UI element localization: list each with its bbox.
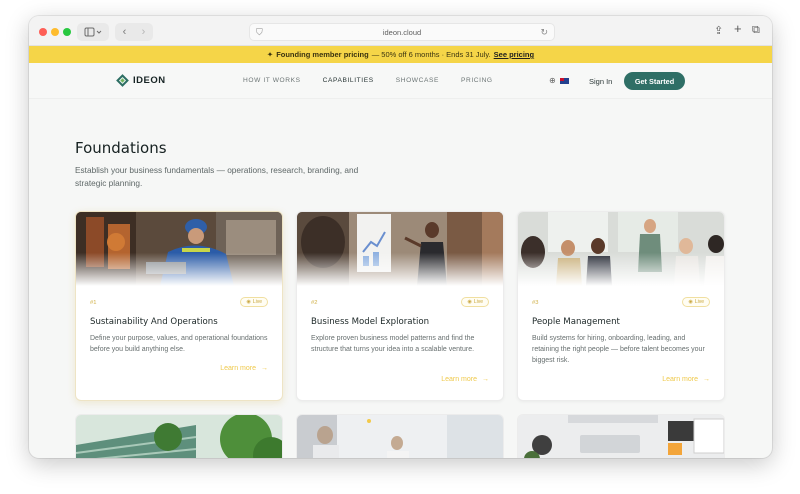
logo-text: IDEON	[133, 75, 166, 86]
sidebar-icon	[84, 27, 102, 37]
card-title: People Management	[532, 317, 620, 327]
share-icon[interactable]: ⇪	[714, 24, 723, 37]
sign-in-link[interactable]: Sign In	[589, 77, 612, 86]
learn-more-label: Learn more	[220, 365, 256, 372]
privacy-shield-icon: ⛉	[256, 27, 263, 37]
arrow-right-icon: →	[261, 365, 268, 372]
chevron-left-icon: ‹	[122, 26, 127, 38]
nav-showcase[interactable]: SHOWCASE	[396, 77, 439, 84]
learn-more-link[interactable]: Learn more →	[662, 376, 710, 383]
card-title: Business Model Exploration	[311, 317, 430, 327]
promo-banner: ✦ Founding member pricing — 50% off 6 mo…	[29, 46, 772, 63]
sparkle-icon: ✦	[266, 50, 274, 59]
live-dot-icon: ◉	[246, 299, 251, 305]
chevron-right-icon: ›	[141, 26, 146, 38]
back-button[interactable]: ‹	[115, 23, 134, 41]
close-window-button[interactable]	[39, 28, 47, 36]
banner-detail: — 50% off 6 months · Ends 31 July.	[371, 50, 491, 59]
capability-card-6-preview[interactable]	[517, 414, 725, 458]
status-badge: ◉ Live	[240, 297, 268, 307]
capability-card-5-preview[interactable]	[296, 414, 504, 458]
address-bar[interactable]: ⛉ ideon.cloud ↻	[249, 23, 555, 41]
capability-card-1[interactable]: #1 ◉ Live Sustainability And Operations D…	[75, 211, 283, 401]
section-lead: Establish your business fundamentals — o…	[75, 165, 359, 188]
arrow-right-icon: →	[703, 376, 710, 383]
learn-more-link[interactable]: Learn more →	[220, 365, 268, 372]
banner-lead: Founding member pricing	[276, 50, 369, 59]
globe-icon: ⊕	[549, 76, 556, 85]
minimize-window-button[interactable]	[51, 28, 59, 36]
learn-more-link[interactable]: Learn more →	[441, 376, 489, 383]
card-number: #2	[311, 300, 318, 306]
live-dot-icon: ◉	[467, 299, 472, 305]
history-nav: ‹ ›	[115, 23, 153, 41]
card-description: Define your purpose, values, and operati…	[90, 335, 268, 354]
capability-card-3[interactable]: #3 ◉ Live People Management Build systems…	[517, 211, 725, 401]
flag-icon	[559, 77, 569, 84]
section-title: Foundations	[75, 139, 167, 157]
card-image-people	[518, 212, 724, 286]
live-dot-icon: ◉	[688, 299, 693, 305]
forward-button[interactable]: ›	[134, 23, 153, 41]
capability-card-4-preview[interactable]	[75, 414, 283, 458]
arrow-right-icon: →	[482, 376, 489, 383]
browser-toolbar: ‹ › ⛉ ideon.cloud ↻ ⇪ + ⧉	[29, 16, 772, 46]
tab-overview-icon[interactable]: ⧉	[752, 24, 760, 37]
language-selector[interactable]: ⊕	[549, 76, 569, 85]
status-badge-label: Live	[252, 299, 262, 305]
site-logo[interactable]: IDEON	[116, 74, 166, 87]
nav-capabilities[interactable]: CAPABILITIES	[323, 77, 374, 84]
nav-pricing[interactable]: PRICING	[461, 77, 493, 84]
learn-more-label: Learn more	[662, 376, 698, 383]
zoom-window-button[interactable]	[63, 28, 71, 36]
card-image-business-model	[297, 212, 503, 286]
sidebar-toggle-button[interactable]	[77, 23, 109, 41]
card-number: #3	[532, 300, 539, 306]
card-image-building	[76, 415, 282, 458]
main-nav: HOW IT WORKS CAPABILITIES SHOWCASE PRICI…	[243, 77, 515, 84]
status-badge-label: Live	[694, 299, 704, 305]
card-number: #1	[90, 300, 97, 306]
status-badge: ◉ Live	[682, 297, 710, 307]
card-description: Build systems for hiring, onboarding, le…	[532, 335, 705, 365]
site-header: IDEON HOW IT WORKS CAPABILITIES SHOWCASE…	[29, 63, 772, 99]
card-image-office	[297, 415, 503, 458]
browser-window: ‹ › ⛉ ideon.cloud ↻ ⇪ + ⧉ ✦ Founding mem…	[29, 16, 772, 458]
card-image-operations	[76, 212, 282, 286]
capability-card-2[interactable]: #2 ◉ Live Business Model Exploration Expl…	[296, 211, 504, 401]
reload-icon[interactable]: ↻	[540, 27, 548, 38]
nav-how-it-works[interactable]: HOW IT WORKS	[243, 77, 301, 84]
new-tab-icon[interactable]: +	[734, 21, 742, 36]
logo-mark-icon	[116, 74, 129, 87]
address-url: ideon.cloud	[382, 27, 422, 37]
learn-more-label: Learn more	[441, 376, 477, 383]
card-description: Explore proven business model patterns a…	[311, 335, 475, 354]
see-pricing-link[interactable]: See pricing	[494, 50, 534, 59]
get-started-button[interactable]: Get Started	[624, 72, 685, 90]
card-title: Sustainability And Operations	[90, 317, 218, 327]
status-badge-label: Live	[473, 299, 483, 305]
card-image-desk	[518, 415, 724, 458]
status-badge: ◉ Live	[461, 297, 489, 307]
